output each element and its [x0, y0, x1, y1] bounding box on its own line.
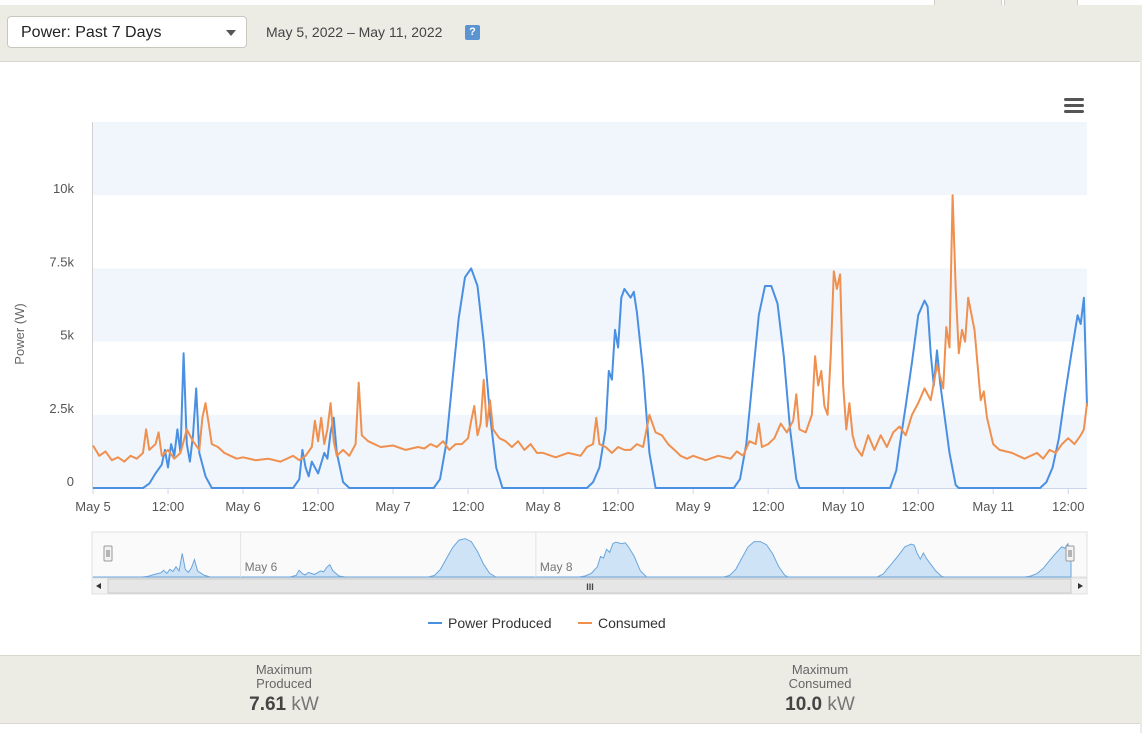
navigator-handle-right[interactable]: [1065, 545, 1075, 562]
x-tick-label: 12:00: [902, 499, 935, 514]
navigator-label: May 8: [540, 560, 573, 574]
stats-footer: Maximum Produced 7.61 kW Maximum Consume…: [0, 655, 1140, 724]
menu-icon[interactable]: [1064, 98, 1084, 113]
max-produced-stat: Maximum Produced 7.61 kW: [184, 663, 384, 716]
max-produced-label-1: Maximum: [255, 662, 313, 677]
max-produced-unit: kW: [291, 694, 319, 715]
y-tick-label: 7.5k: [49, 254, 74, 269]
navigator-label: May 6: [245, 560, 278, 574]
tab-stub-2[interactable]: [1004, 0, 1078, 5]
navigator-handle-left[interactable]: [103, 545, 113, 562]
max-consumed-label-2: Consumed: [788, 676, 852, 691]
navigator: May 6 May 8 III: [91, 531, 1088, 595]
chart-bands: [93, 122, 1087, 488]
tab-stub-1[interactable]: [934, 0, 1002, 5]
x-tick-label: 12:00: [152, 499, 185, 514]
x-tick-label: 12:00: [452, 499, 485, 514]
grid-band: [93, 268, 1087, 342]
x-tick-label: 12:00: [302, 499, 335, 514]
scrollbar-grip: III: [586, 582, 594, 592]
x-tick-label: 12:00: [752, 499, 785, 514]
y-tick-label: 2.5k: [49, 401, 74, 416]
max-produced-label-2: Produced: [256, 676, 312, 691]
x-tick-label: May 9: [675, 499, 710, 514]
x-tick-label: 12:00: [602, 499, 635, 514]
power-chart: 0 2.5k 5k 7.5k 10k Power (W) May 5 12:00 May 6…: [12, 98, 1088, 631]
legend-label: Consumed: [598, 615, 666, 631]
chevron-down-icon: [226, 30, 236, 36]
y-axis-ticks: 0 2.5k 5k 7.5k 10k: [49, 181, 74, 489]
legend-label: Power Produced: [448, 615, 552, 631]
x-tick-label: May 5: [75, 499, 110, 514]
help-icon[interactable]: ?: [465, 25, 480, 40]
y-tick-label: 10k: [53, 181, 74, 196]
navigator-area[interactable]: [91, 531, 1088, 578]
max-consumed-label-1: Maximum: [791, 662, 849, 677]
period-select-label: Power: Past 7 Days: [21, 24, 162, 41]
max-consumed-unit: kW: [827, 694, 855, 715]
period-select[interactable]: Power: Past 7 Days: [7, 16, 247, 48]
max-consumed-value: 10.0: [785, 694, 823, 715]
legend-item-produced[interactable]: Power Produced: [428, 615, 552, 631]
x-tick-label: 12:00: [1052, 499, 1085, 514]
top-toolbar: Power: Past 7 Days May 5, 2022 – May 11,…: [0, 0, 1142, 62]
legend-item-consumed[interactable]: Consumed: [578, 615, 666, 631]
date-range: May 5, 2022 – May 11, 2022: [266, 24, 443, 40]
x-tick-label: May 6: [225, 499, 260, 514]
x-tick-label: May 8: [525, 499, 560, 514]
x-axis-ticks: May 5 12:00 May 6 12:00 May 7 12:00 May 8 12:00…: [75, 488, 1085, 514]
x-tick-label: May 11: [972, 499, 1014, 514]
y-tick-label: 5k: [60, 328, 74, 343]
legend: Power Produced Consumed: [428, 615, 666, 631]
max-produced-value: 7.61: [249, 694, 287, 715]
max-consumed-stat: Maximum Consumed 10.0 kW: [720, 663, 920, 716]
grid-band: [93, 414, 1087, 488]
y-tick-label: 0: [67, 474, 74, 489]
x-tick-label: May 10: [822, 499, 865, 514]
y-axis-title: Power (W): [12, 303, 27, 364]
grid-band: [93, 122, 1087, 196]
x-tick-label: May 7: [375, 499, 410, 514]
